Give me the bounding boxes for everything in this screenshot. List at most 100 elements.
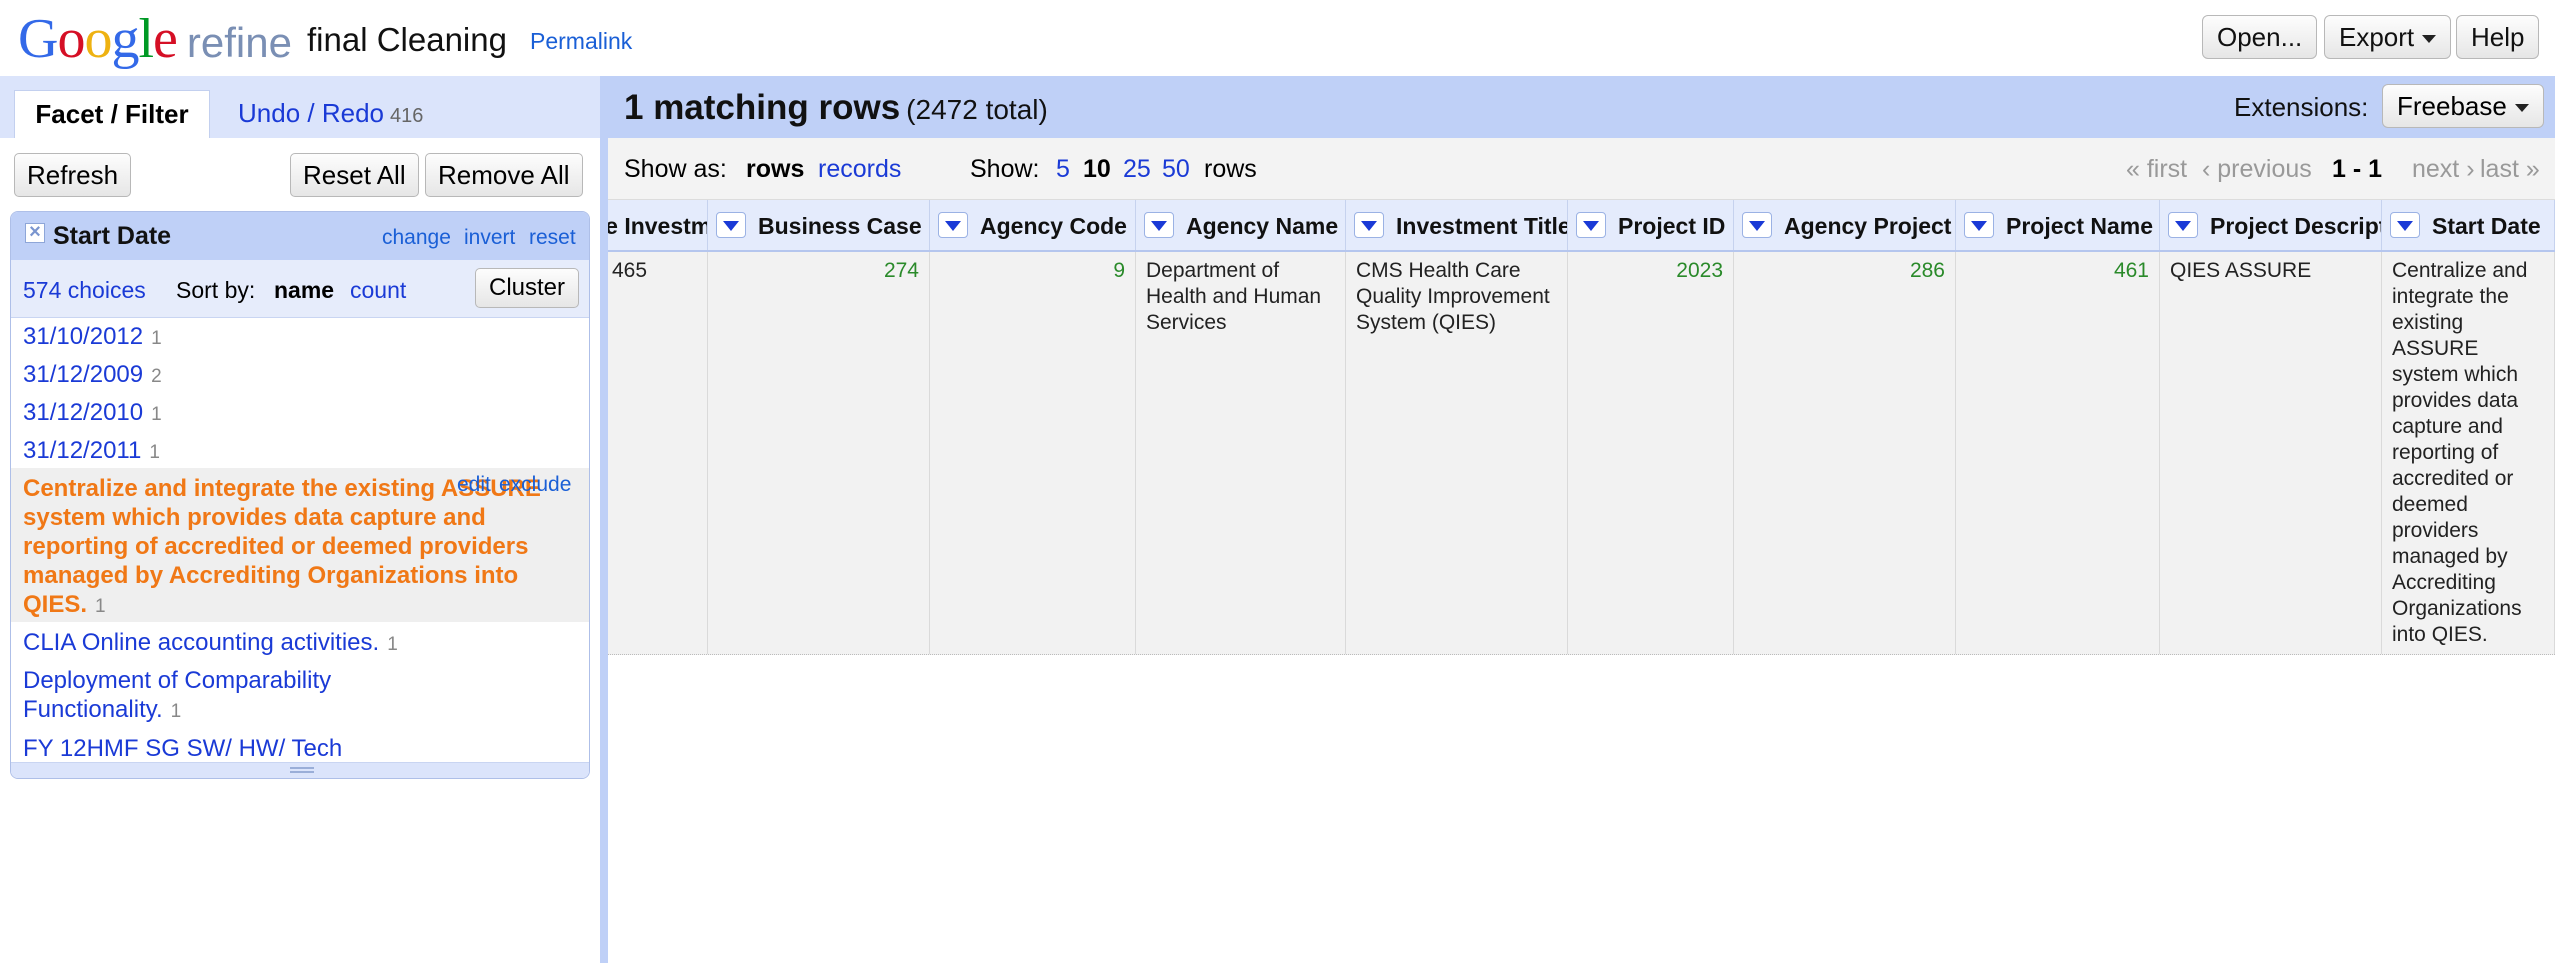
column-menu-icon[interactable] bbox=[2168, 212, 2198, 238]
reset-all-button[interactable]: Reset All bbox=[290, 153, 419, 197]
logo-letter: e bbox=[153, 8, 178, 70]
table-cell[interactable]: 2023 bbox=[1568, 252, 1734, 654]
tab-undo-redo[interactable]: Undo / Redo 416 bbox=[238, 98, 423, 129]
table-cell[interactable]: CMS Health Care Quality Improvement Syst… bbox=[1346, 252, 1568, 654]
column-header[interactable]: Agency Project ID bbox=[1734, 200, 1956, 250]
last-page-link[interactable]: last » bbox=[2480, 155, 2540, 184]
show-as-records-link[interactable]: records bbox=[818, 155, 901, 184]
facet-choice-selected[interactable]: edit exclude Centralize and integrate th… bbox=[11, 468, 589, 622]
page-size-25[interactable]: 25 bbox=[1123, 155, 1151, 184]
table-cell[interactable]: 465 bbox=[608, 252, 708, 654]
facet-choice[interactable]: CLIA Online accounting activities. 1 bbox=[11, 628, 589, 659]
choice-edit-link[interactable]: edit bbox=[457, 470, 491, 499]
page-size-50[interactable]: 50 bbox=[1162, 155, 1190, 184]
facet-choice[interactable]: 31/12/2010 1 bbox=[11, 398, 589, 429]
matching-rows-summary: 1 matching rows (2472 total) bbox=[624, 88, 1048, 128]
cluster-button[interactable]: Cluster bbox=[475, 268, 579, 308]
table-cell[interactable]: 461 bbox=[1956, 252, 2160, 654]
choice-exclude-link[interactable]: exclude bbox=[499, 470, 571, 499]
project-title[interactable]: final Cleaning bbox=[307, 20, 507, 60]
open-button-label: Open... bbox=[2217, 22, 2303, 52]
column-header[interactable]: Unique Investment Identifier bbox=[608, 200, 708, 250]
freebase-button[interactable]: Freebase bbox=[2382, 84, 2544, 128]
column-header[interactable]: Project ID bbox=[1568, 200, 1734, 250]
left-panel: Facet / Filter Undo / Redo 416 Refresh Re… bbox=[0, 76, 600, 963]
column-header[interactable]: Investment Title bbox=[1346, 200, 1568, 250]
column-header[interactable]: Business Case ID bbox=[708, 200, 930, 250]
refresh-button[interactable]: Refresh bbox=[14, 153, 132, 197]
facet-invert-link[interactable]: invert bbox=[464, 226, 515, 250]
rows-suffix: rows bbox=[1204, 155, 1257, 183]
facet-reset-link[interactable]: reset bbox=[529, 226, 576, 250]
facet-title: Start Date bbox=[53, 222, 172, 250]
permalink-link[interactable]: Permalink bbox=[530, 28, 632, 55]
column-menu-icon[interactable] bbox=[1576, 212, 1606, 238]
facet-choice[interactable]: Deployment of Comparability Functionalit… bbox=[11, 666, 391, 726]
column-header[interactable]: Start Date bbox=[2382, 200, 2555, 250]
column-menu-icon[interactable] bbox=[1354, 212, 1384, 238]
previous-page-link[interactable]: ‹ previous bbox=[2202, 155, 2312, 184]
facet-choice[interactable]: FY 12HMF SG SW/ HW/ Tech bbox=[11, 734, 589, 763]
column-menu-icon[interactable] bbox=[1742, 212, 1772, 238]
reset-all-label: Reset All bbox=[303, 160, 406, 190]
left-panel-tabs: Facet / Filter Undo / Redo 416 bbox=[0, 76, 600, 138]
next-page-link[interactable]: next › bbox=[2412, 155, 2475, 184]
column-label: Project Name bbox=[2006, 213, 2154, 239]
show-label: Show: bbox=[970, 155, 1040, 183]
column-header[interactable]: Project Description bbox=[2160, 200, 2382, 250]
chevron-down-icon bbox=[2422, 35, 2437, 44]
column-menu-icon[interactable] bbox=[2390, 212, 2420, 238]
choice-name: CLIA Online accounting activities. bbox=[23, 629, 380, 656]
google-refine-logo[interactable]: Google refine bbox=[18, 6, 292, 72]
remove-all-button[interactable]: Remove All bbox=[425, 153, 583, 197]
extensions-label: Extensions: bbox=[2234, 92, 2369, 122]
page-size-10[interactable]: 10 bbox=[1083, 155, 1111, 184]
facet-change-link[interactable]: change bbox=[382, 226, 451, 250]
column-menu-icon[interactable] bbox=[938, 212, 968, 238]
app-header: Google refine final Cleaning Permalink O… bbox=[0, 0, 2555, 76]
column-label: Business Case ID bbox=[758, 213, 929, 239]
table-cell[interactable]: Department of Health and Human Services bbox=[1136, 252, 1346, 654]
facet-choice[interactable]: 31/12/2009 2 bbox=[11, 360, 589, 391]
show-as-rows[interactable]: rows bbox=[746, 155, 804, 184]
panel-divider[interactable] bbox=[600, 76, 608, 963]
column-header[interactable]: Project Name bbox=[1956, 200, 2160, 250]
choice-count: 1 bbox=[387, 634, 398, 655]
column-header[interactable]: Agency Code bbox=[930, 200, 1136, 250]
column-menu-icon[interactable] bbox=[716, 212, 746, 238]
table-cell[interactable]: 9 bbox=[930, 252, 1136, 654]
column-label: Project ID bbox=[1618, 213, 1726, 239]
choice-count: 1 bbox=[149, 442, 160, 463]
total-count: (2472 total) bbox=[906, 94, 1048, 125]
sort-by-name[interactable]: name bbox=[274, 277, 334, 304]
chevron-down-icon bbox=[2514, 104, 2529, 113]
facet-header: × Start Date change invert reset bbox=[11, 212, 589, 260]
column-label: Start Date bbox=[2432, 213, 2541, 239]
data-table-header: Unique Investment Identifier Business Ca… bbox=[608, 200, 2555, 252]
sort-by-count[interactable]: count bbox=[350, 277, 406, 304]
help-button[interactable]: Help bbox=[2456, 15, 2540, 59]
table-cell[interactable]: QIES ASSURE bbox=[2160, 252, 2382, 654]
open-button[interactable]: Open... bbox=[2202, 15, 2318, 59]
column-menu-icon[interactable] bbox=[1964, 212, 1994, 238]
first-page-link[interactable]: « first bbox=[2126, 155, 2187, 184]
grip-icon bbox=[290, 767, 314, 773]
export-button[interactable]: Export bbox=[2324, 15, 2452, 59]
table-cell[interactable]: Centralize and integrate the existing AS… bbox=[2382, 252, 2555, 654]
facet-choice[interactable]: 31/12/2011 1 bbox=[11, 436, 589, 467]
table-cell[interactable]: 274 bbox=[708, 252, 930, 654]
column-header[interactable]: Agency Name bbox=[1136, 200, 1346, 250]
close-icon[interactable]: × bbox=[25, 222, 45, 243]
column-label: Agency Name bbox=[1186, 213, 1339, 239]
start-date-facet: × Start Date change invert reset 574 cho… bbox=[10, 211, 590, 779]
choice-name: 31/12/2009 bbox=[23, 361, 144, 388]
tab-facet-filter[interactable]: Facet / Filter bbox=[14, 90, 210, 138]
choice-name: 31/12/2010 bbox=[23, 399, 144, 426]
choices-count[interactable]: 574 choices bbox=[23, 277, 146, 304]
column-label: Unique Investment Identifier bbox=[608, 213, 707, 239]
table-cell[interactable]: 286 bbox=[1734, 252, 1956, 654]
page-size-5[interactable]: 5 bbox=[1056, 155, 1070, 184]
facet-resize-handle[interactable] bbox=[11, 762, 589, 778]
column-menu-icon[interactable] bbox=[1144, 212, 1174, 238]
facet-choice[interactable]: 31/10/2012 1 bbox=[11, 322, 589, 353]
